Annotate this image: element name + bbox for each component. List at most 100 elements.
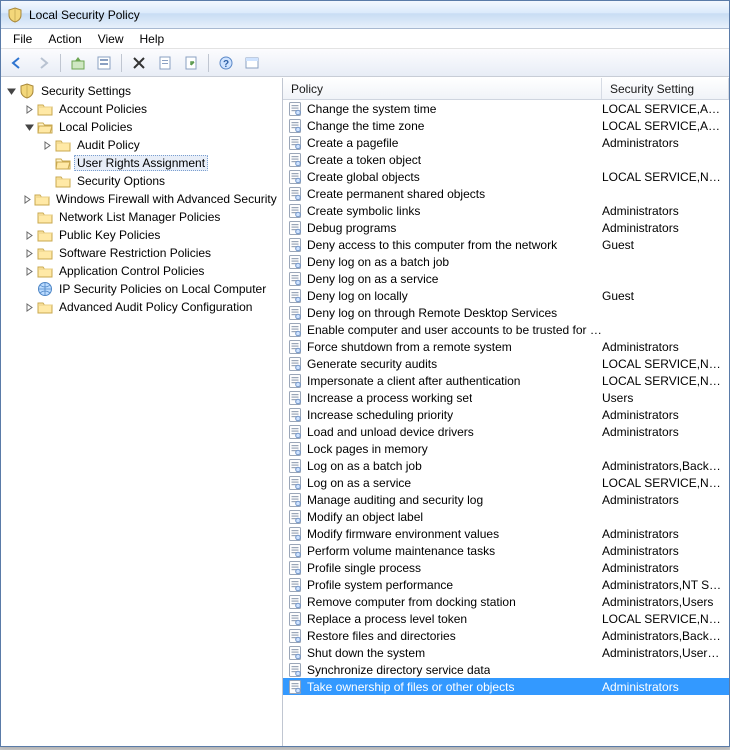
expand-icon[interactable] [41,139,53,151]
tree-item-aapc[interactable]: Advanced Audit Policy Configuration [23,298,282,316]
policy-row[interactable]: Change the system timeLOCAL SERVICE,Admi… [283,100,729,117]
list-body[interactable]: Change the system timeLOCAL SERVICE,Admi… [283,100,729,746]
policy-row[interactable]: Create a token object [283,151,729,168]
policy-setting: Administrators [602,425,729,439]
policy-row[interactable]: Modify an object label [283,508,729,525]
policy-icon [287,101,303,117]
expand-spacer [41,157,53,169]
policy-row[interactable]: Shut down the systemAdministrators,Users… [283,644,729,661]
policy-row[interactable]: Impersonate a client after authenticatio… [283,372,729,389]
policy-icon [287,288,303,304]
policy-name: Remove computer from docking station [307,595,516,609]
tree-item-srp[interactable]: Software Restriction Policies [23,244,282,262]
back-button[interactable] [5,52,29,74]
policy-name: Take ownership of files or other objects [307,680,514,694]
policy-row[interactable]: Deny log on as a batch job [283,253,729,270]
tree-item-account-policies[interactable]: Account Policies [23,100,282,118]
policy-setting: LOCAL SERVICE,NETWO... [602,374,729,388]
expand-icon[interactable] [23,301,35,313]
expand-icon[interactable] [23,229,35,241]
policy-row[interactable]: Create a pagefileAdministrators [283,134,729,151]
expand-icon[interactable] [23,103,35,115]
folder-icon [37,227,53,243]
policy-row[interactable]: Enable computer and user accounts to be … [283,321,729,338]
policy-name: Load and unload device drivers [307,425,474,439]
policy-icon [287,254,303,270]
policy-row[interactable]: Log on as a serviceLOCAL SERVICE,NETWO..… [283,474,729,491]
policy-row[interactable]: Profile system performanceAdministrators… [283,576,729,593]
policy-row[interactable]: Debug programsAdministrators [283,219,729,236]
view-button[interactable] [240,52,264,74]
policy-row[interactable]: Deny access to this computer from the ne… [283,236,729,253]
tree-pane[interactable]: Security Settings Account Policies [1,78,283,746]
policy-icon [287,475,303,491]
policy-row[interactable]: Take ownership of files or other objects… [283,678,729,695]
tree-label: Account Policies [56,101,150,117]
policy-icon [287,135,303,151]
tree-root-node[interactable]: Security Settings [5,82,282,100]
tree-item-security-options[interactable]: Security Options [41,172,282,190]
tree-item-user-rights[interactable]: User Rights Assignment [41,154,282,172]
policy-row[interactable]: Deny log on through Remote Desktop Servi… [283,304,729,321]
policy-row[interactable]: Create permanent shared objects [283,185,729,202]
expand-icon[interactable] [23,193,32,205]
policy-icon [287,203,303,219]
policy-row[interactable]: Create global objectsLOCAL SERVICE,NETWO… [283,168,729,185]
svg-text:?: ? [223,59,229,70]
collapse-icon[interactable] [5,85,17,97]
forward-button[interactable] [31,52,55,74]
policy-row[interactable]: Increase a process working setUsers [283,389,729,406]
policy-name: Shut down the system [307,646,425,660]
tree-item-firewall[interactable]: Windows Firewall with Advanced Security [23,190,282,208]
split-pane: Security Settings Account Policies [1,77,729,746]
folder-icon [55,137,71,153]
policy-row[interactable]: Remove computer from docking stationAdmi… [283,593,729,610]
policy-row[interactable]: Replace a process level tokenLOCAL SERVI… [283,610,729,627]
policy-name: Profile single process [307,561,421,575]
menu-file[interactable]: File [5,30,40,48]
export-button[interactable] [179,52,203,74]
tree-item-nlmp[interactable]: Network List Manager Policies [23,208,282,226]
expand-icon[interactable] [23,265,35,277]
column-header-setting[interactable]: Security Setting [602,78,729,99]
policy-row[interactable]: Synchronize directory service data [283,661,729,678]
help-button[interactable]: ? [214,52,238,74]
policy-row[interactable]: Perform volume maintenance tasksAdminist… [283,542,729,559]
tree-item-audit-policy[interactable]: Audit Policy [41,136,282,154]
policy-row[interactable]: Create symbolic linksAdministrators [283,202,729,219]
delete-button[interactable] [127,52,151,74]
policy-name: Enable computer and user accounts to be … [307,323,602,337]
tree-label: Advanced Audit Policy Configuration [56,299,255,315]
policy-row[interactable]: Lock pages in memory [283,440,729,457]
policy-row[interactable]: Generate security auditsLOCAL SERVICE,NE… [283,355,729,372]
refresh-button[interactable] [153,52,177,74]
properties-button[interactable] [92,52,116,74]
menu-view[interactable]: View [90,30,132,48]
expand-icon[interactable] [23,247,35,259]
policy-row[interactable]: Log on as a batch jobAdministrators,Back… [283,457,729,474]
title-bar[interactable]: Local Security Policy [1,1,729,29]
tree-item-acp[interactable]: Application Control Policies [23,262,282,280]
tree-label: Windows Firewall with Advanced Security [53,191,280,207]
policy-row[interactable]: Profile single processAdministrators [283,559,729,576]
policy-row[interactable]: Deny log on locallyGuest [283,287,729,304]
tree-item-local-policies[interactable]: Local Policies [23,118,282,136]
policy-row[interactable]: Load and unload device drivers Administra… [283,423,729,440]
policy-row[interactable]: Restore files and directoriesAdministrat… [283,627,729,644]
policy-row[interactable]: Modify firmware environment valuesAdmini… [283,525,729,542]
folder-icon [37,245,53,261]
policy-name: Increase scheduling priority [307,408,453,422]
column-header-policy[interactable]: Policy [283,78,602,99]
toolbar-separator [60,54,61,72]
menu-help[interactable]: Help [132,30,173,48]
policy-row[interactable]: Increase scheduling priorityAdministrato… [283,406,729,423]
tree-item-ipsec[interactable]: IP Security Policies on Local Computer [23,280,282,298]
menu-action[interactable]: Action [40,30,89,48]
policy-row[interactable]: Manage auditing and security logAdminist… [283,491,729,508]
collapse-icon[interactable] [23,121,35,133]
policy-row[interactable]: Force shutdown from a remote systemAdmin… [283,338,729,355]
policy-row[interactable]: Change the time zoneLOCAL SERVICE,Admini… [283,117,729,134]
policy-row[interactable]: Deny log on as a service [283,270,729,287]
up-button[interactable] [66,52,90,74]
tree-item-pubkey[interactable]: Public Key Policies [23,226,282,244]
